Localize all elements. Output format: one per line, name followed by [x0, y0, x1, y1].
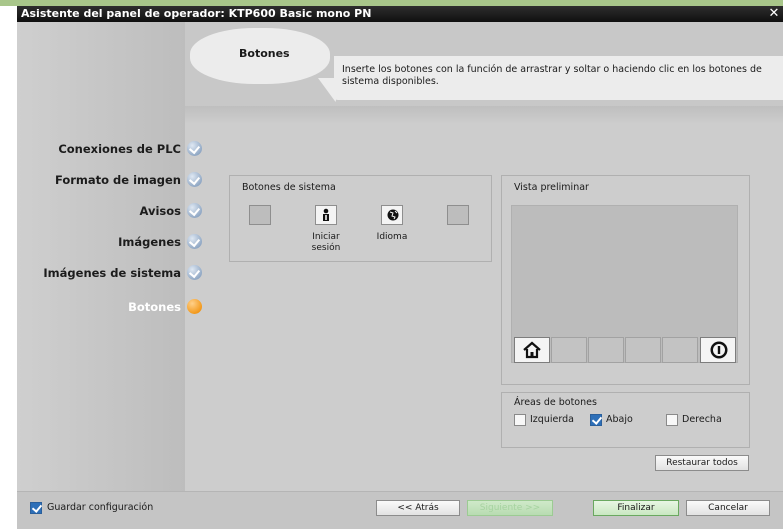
nav-item-label: Formato de imagen — [54, 172, 181, 187]
nav-item-label: Imágenes — [118, 234, 181, 249]
nav-item-alarms[interactable]: Avisos — [0, 203, 202, 218]
login-caption-line1: Iniciar — [312, 232, 340, 242]
bottom-area-label: Abajo — [606, 414, 633, 425]
title-bar: Asistente del panel de operador: KTP600 … — [17, 6, 783, 22]
check-circle-icon — [187, 234, 202, 249]
nav-item-buttons[interactable]: Botones — [0, 299, 202, 314]
preview-info-slot[interactable] — [700, 337, 736, 363]
login-button[interactable] — [315, 205, 337, 225]
group-title: Áreas de botones — [514, 397, 597, 408]
save-config-checkbox[interactable] — [30, 502, 42, 514]
left-area-checkbox[interactable] — [514, 414, 526, 426]
finish-button[interactable]: Finalizar — [593, 500, 679, 516]
check-circle-icon — [187, 265, 202, 280]
window-title: Asistente del panel de operador: KTP600 … — [21, 7, 372, 20]
back-button[interactable]: << Atrás — [376, 500, 460, 516]
preview-empty-slot[interactable] — [662, 337, 698, 363]
home-icon — [523, 341, 541, 359]
language-button[interactable] — [381, 205, 403, 225]
login-person-icon — [323, 208, 329, 221]
preview-empty-slot[interactable] — [551, 337, 587, 363]
check-circle-icon — [187, 203, 202, 218]
left-area-label: Izquierda — [530, 414, 574, 425]
empty-system-button[interactable] — [447, 205, 469, 225]
language-globe-icon — [387, 209, 399, 221]
empty-system-button[interactable] — [249, 205, 271, 225]
section-description: Inserte los botones con la función de ar… — [334, 56, 783, 100]
nav-item-system-screens[interactable]: Imágenes de sistema — [0, 265, 202, 280]
group-title: Vista preliminar — [514, 182, 589, 193]
wizard-window: Asistente del panel de operador: KTP600 … — [0, 0, 783, 529]
next-button[interactable]: Siguiente >> — [467, 500, 553, 516]
close-icon[interactable]: ✕ — [765, 6, 783, 22]
current-step-icon — [187, 299, 202, 314]
check-circle-icon — [187, 141, 202, 156]
preview-home-slot[interactable] — [514, 337, 550, 363]
bottom-area-checkbox[interactable] — [590, 414, 602, 426]
nav-item-label: Avisos — [139, 203, 181, 218]
save-config-label: Guardar configuración — [47, 502, 154, 513]
login-caption-line2: sesión — [311, 243, 341, 253]
cancel-button[interactable]: Cancelar — [686, 500, 770, 516]
restore-all-button[interactable]: Restaurar todos — [655, 455, 749, 471]
language-caption: Idioma — [376, 232, 408, 242]
right-area-label: Derecha — [682, 414, 722, 425]
nav-pane — [17, 22, 185, 491]
nav-item-label: Botones — [128, 299, 181, 314]
right-area-checkbox[interactable] — [666, 414, 678, 426]
login-caption: Iniciar sesión — [296, 232, 356, 254]
footer-divider — [17, 491, 783, 492]
nav-item-image-format[interactable]: Formato de imagen — [0, 172, 202, 187]
section-title: Botones — [239, 47, 290, 60]
info-icon — [710, 341, 728, 359]
preview-empty-slot[interactable] — [588, 337, 624, 363]
preview-empty-slot[interactable] — [625, 337, 661, 363]
nav-item-plc-connections[interactable]: Conexiones de PLC — [0, 141, 202, 156]
nav-item-screens[interactable]: Imágenes — [0, 234, 202, 249]
nav-item-label: Conexiones de PLC — [58, 141, 181, 156]
nav-item-label: Imágenes de sistema — [43, 265, 181, 280]
check-circle-icon — [187, 172, 202, 187]
group-title: Botones de sistema — [242, 182, 336, 193]
